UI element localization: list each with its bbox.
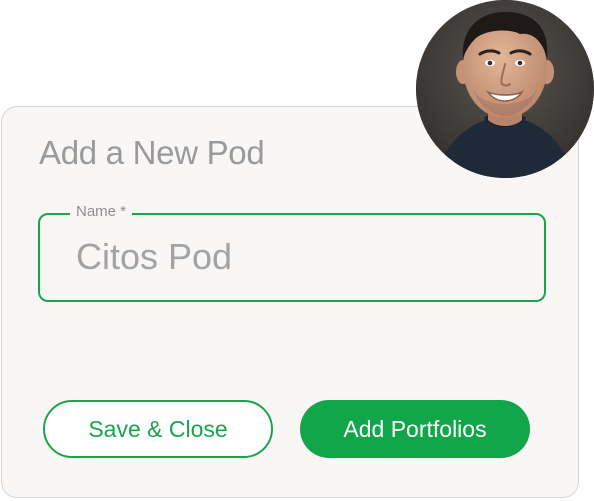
name-field-label: Name *	[70, 203, 133, 220]
avatar	[416, 0, 594, 178]
card-title: Add a New Pod	[39, 134, 265, 171]
add-portfolios-button[interactable]: Add Portfolios	[300, 400, 530, 458]
add-pod-dialog-stage: Add a New Pod Name * Citos Pod Save & Cl…	[0, 0, 594, 501]
name-field-value[interactable]: Citos Pod	[76, 236, 232, 278]
name-field[interactable]: Name * Citos Pod	[38, 203, 546, 302]
user-photo-icon	[416, 0, 594, 178]
save-close-button[interactable]: Save & Close	[43, 400, 273, 458]
